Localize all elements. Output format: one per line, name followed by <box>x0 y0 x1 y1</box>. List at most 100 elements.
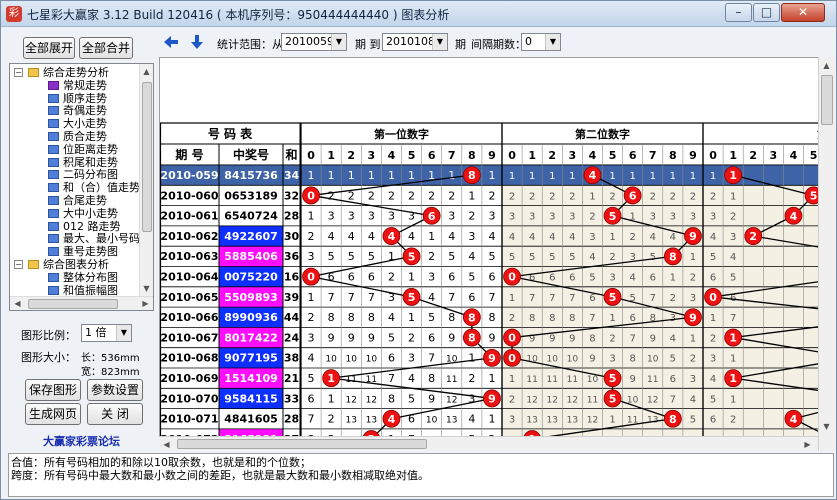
trend-chart[interactable]: 号 码 表期 号中奖号和第一位数字第二位数字第三0123456789012345… <box>159 57 835 451</box>
omission-count: 7 <box>569 293 575 304</box>
scroll-up-icon[interactable]: ▲ <box>139 64 153 79</box>
close-button[interactable]: 关 闭 <box>87 403 143 425</box>
header-period: 期 号 <box>175 147 203 162</box>
omission-count: 2 <box>488 189 495 202</box>
chevron-down-icon[interactable]: ▼ <box>331 34 346 50</box>
omission-count: 2 <box>609 252 615 263</box>
omission-count: 5 <box>569 252 575 263</box>
scroll-left-icon[interactable]: ◀ <box>159 437 174 452</box>
minimize-icon[interactable]: – <box>725 3 752 22</box>
tree-item[interactable]: 合尾走势 <box>10 194 140 207</box>
tree-item[interactable]: 奇偶走势 <box>10 104 140 117</box>
tree-item[interactable]: 整体分布图 <box>10 271 140 284</box>
tree-item[interactable]: 质合走势 <box>10 130 140 143</box>
arrow-left-icon[interactable] <box>163 34 179 50</box>
maximize-icon[interactable]: □ <box>753 3 780 22</box>
tree-item[interactable]: − 综合走势分析 <box>10 66 140 79</box>
tree-item[interactable]: 重号走势图 <box>10 245 140 258</box>
omission-count: 10 <box>587 375 599 385</box>
tree-item-label: 大小走势 <box>63 117 107 131</box>
tree-item[interactable]: 和（合）值走势 <box>10 181 140 194</box>
from-period-value: 2010059 <box>285 35 334 48</box>
omission-count: 7 <box>529 293 535 304</box>
arrow-down-icon[interactable] <box>189 34 205 50</box>
omission-count: 7 <box>549 293 555 304</box>
tree-item[interactable]: − 综合图表分析 <box>10 258 140 271</box>
omission-count: 8 <box>428 372 435 385</box>
interval-select[interactable]: 0 ▼ <box>521 33 561 51</box>
omission-count: 1 <box>509 293 515 304</box>
chevron-down-icon[interactable]: ▼ <box>432 34 447 50</box>
tree-item[interactable]: 和值振幅图 <box>10 284 140 297</box>
number-ball-label: 2 <box>749 230 757 243</box>
omission-count: 1 <box>308 291 315 304</box>
omission-count: 5 <box>348 250 355 263</box>
omission-count: 6 <box>488 271 495 284</box>
chart-horizontal-scrollbar[interactable]: ◀ ▶ <box>159 436 818 451</box>
omission-count: 2 <box>308 311 315 324</box>
scroll-down-icon[interactable]: ▼ <box>819 419 834 434</box>
tree-item[interactable]: 大小走势 <box>10 117 140 130</box>
period-cell: 2010-068 <box>160 352 218 365</box>
digit-header: 9 <box>488 149 496 162</box>
expand-all-button[interactable]: 全部展开 <box>23 37 75 59</box>
chart-vertical-scrollbar[interactable]: ▲ ▼ <box>818 57 835 451</box>
title-bar[interactable]: 彩 七星彩大赢家 3.12 Build 120416 ( 本机序列号：95044… <box>1 1 836 27</box>
tree-vertical-scrollbar[interactable]: ▲ ▼ <box>139 64 153 296</box>
omission-count: 1 <box>670 273 676 284</box>
scroll-up-icon[interactable]: ▲ <box>819 58 834 73</box>
tree-scroll-thumb[interactable] <box>142 82 152 232</box>
winning-number-cell: 0653189 <box>224 189 278 202</box>
tree-item-label: 最大、最小号码 <box>63 232 140 246</box>
tree-item[interactable]: 常规走势 <box>10 79 140 92</box>
digit-header: 7 <box>649 149 657 162</box>
collapse-all-button[interactable]: 全部合并 <box>79 37 133 59</box>
tree-item[interactable]: 二码分布图 <box>10 168 140 181</box>
omission-count: 1 <box>710 171 716 182</box>
tree-item[interactable]: 积尾和走势 <box>10 156 140 169</box>
tree-item[interactable]: 012 路走势 <box>10 220 140 233</box>
omission-count: 2 <box>468 210 475 223</box>
tree-hscroll-thumb[interactable] <box>28 299 118 309</box>
chart-hscroll-thumb[interactable] <box>177 439 427 449</box>
omission-count: 1 <box>650 171 656 182</box>
ratio-select[interactable]: 1 倍 ▼ <box>81 324 132 342</box>
omission-count: 3 <box>328 210 335 223</box>
close-icon[interactable]: ✕ <box>781 3 825 22</box>
generate-webpage-button[interactable]: 生成网页 <box>25 403 81 425</box>
omission-count: 3 <box>609 273 615 284</box>
collapse-toggle-icon[interactable]: − <box>14 68 23 77</box>
tree-item[interactable]: 大中小走势 <box>10 207 140 220</box>
chevron-down-icon[interactable]: ▼ <box>116 325 131 341</box>
to-period-select[interactable]: 2010108 ▼ <box>382 33 448 51</box>
forum-link[interactable]: 大赢家彩票论坛 <box>43 433 120 449</box>
tree-item-label: 位距离走势 <box>63 142 118 156</box>
collapse-toggle-icon[interactable]: − <box>14 260 23 269</box>
number-ball-label: 9 <box>689 311 697 324</box>
number-ball-label: 6 <box>428 210 436 223</box>
from-period-select[interactable]: 2010059 ▼ <box>281 33 347 51</box>
omission-count: 4 <box>408 372 415 385</box>
omission-count: 2 <box>609 333 615 344</box>
chart-item-icon <box>48 93 59 103</box>
settings-button[interactable]: 参数设置 <box>87 379 143 401</box>
chart-vscroll-thumb[interactable] <box>821 75 833 125</box>
omission-count: 8 <box>348 311 355 324</box>
tree-item[interactable]: 位距离走势 <box>10 143 140 156</box>
scroll-right-icon[interactable]: ▶ <box>138 296 153 310</box>
omission-count: 8 <box>328 311 335 324</box>
omission-count: 2 <box>388 271 395 284</box>
chevron-down-icon[interactable]: ▼ <box>545 34 560 50</box>
save-chart-button[interactable]: 保存图形 <box>25 379 81 401</box>
tree-item[interactable]: 顺序走势 <box>10 92 140 105</box>
scroll-right-icon[interactable]: ▶ <box>800 437 815 452</box>
tree-item[interactable]: 最大、最小号码 <box>10 232 140 245</box>
omission-count: 13 <box>567 416 578 426</box>
omission-count: 2 <box>448 189 455 202</box>
tree-horizontal-scrollbar[interactable]: ◀ ▶ <box>10 296 153 310</box>
scroll-down-icon[interactable]: ▼ <box>139 281 153 296</box>
winning-number-cell: 8017422 <box>224 331 278 344</box>
scroll-left-icon[interactable]: ◀ <box>10 296 25 310</box>
digit-header: 5 <box>609 149 617 162</box>
chart-tree[interactable]: − 综合走势分析 常规走势 顺序走势 奇偶走势 大小走势 质合走势 位距离走势 积尾和走势 二码分… <box>9 63 154 311</box>
